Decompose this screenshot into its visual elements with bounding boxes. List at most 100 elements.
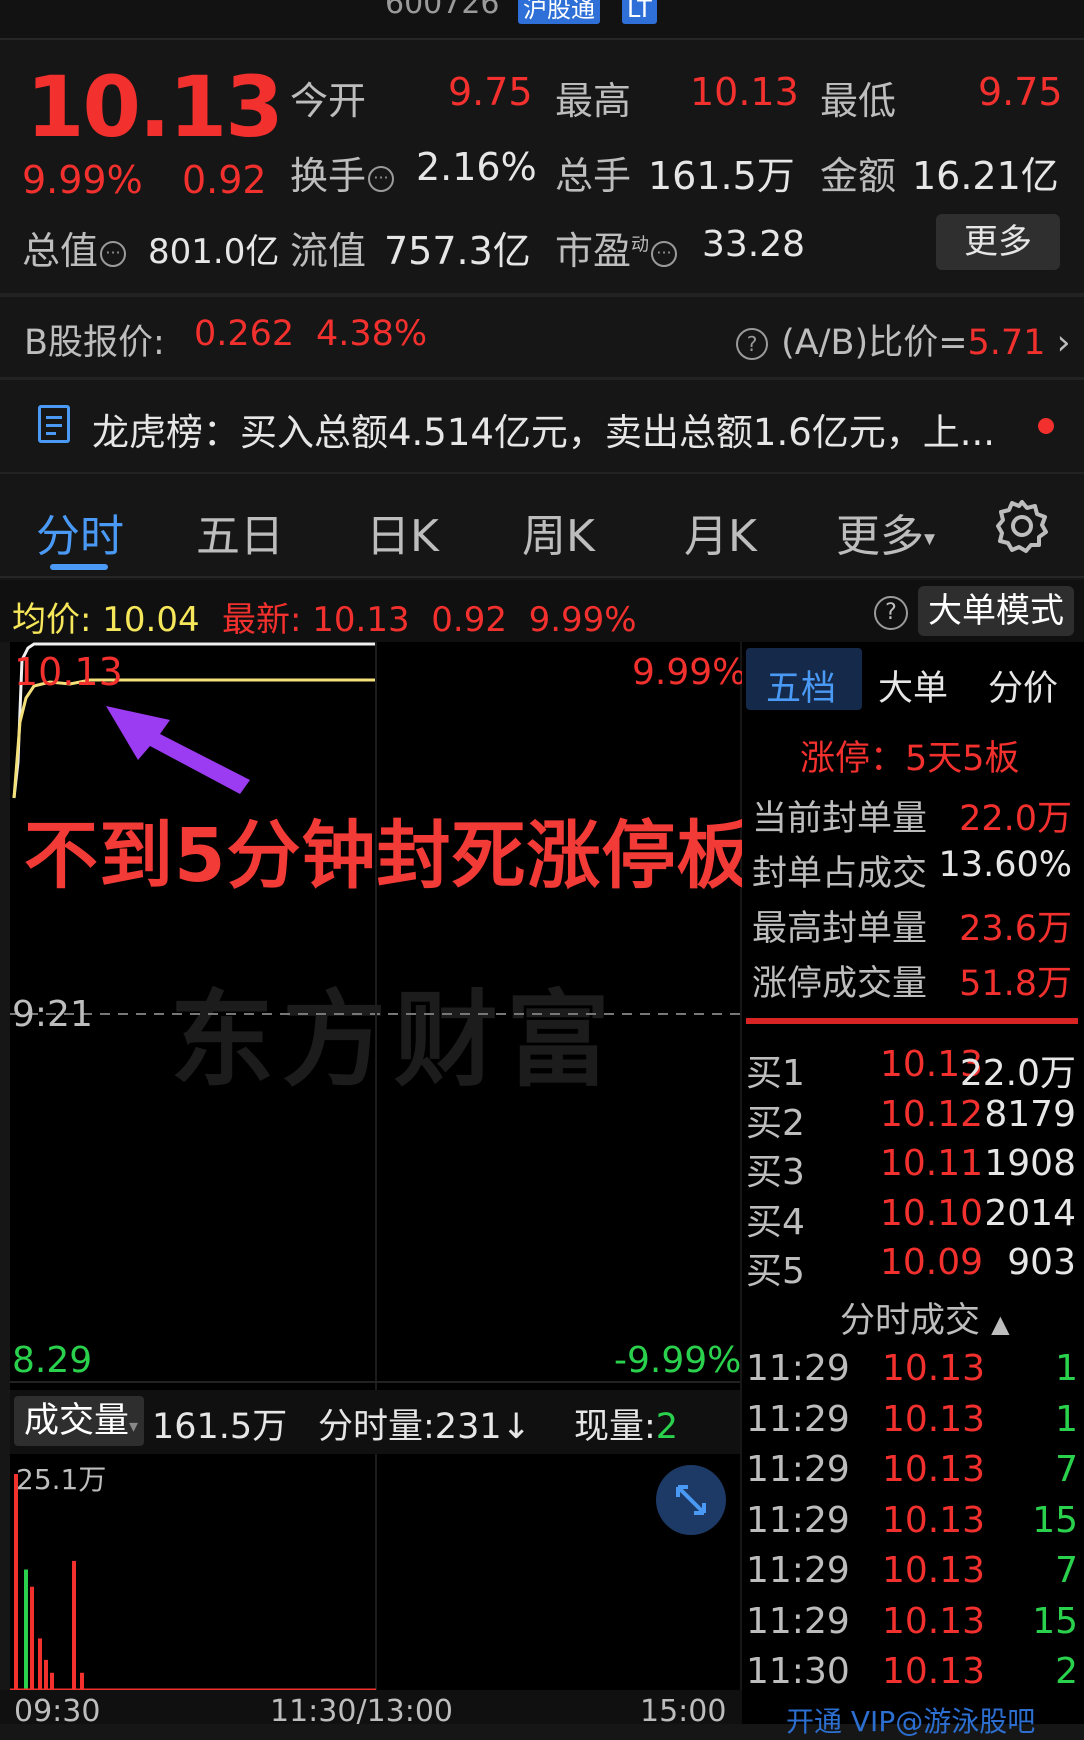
more-button[interactable]: 更多 bbox=[936, 214, 1060, 270]
tick-price: 10.13 bbox=[882, 1651, 986, 1692]
stat-label: 当前封单量 bbox=[752, 799, 928, 839]
volume-bar bbox=[72, 1560, 76, 1690]
open-label: 今开 bbox=[290, 79, 367, 123]
chart-bottom-pct: -9.99% bbox=[614, 1340, 742, 1381]
volume-total: 161.5万 bbox=[152, 1407, 288, 1447]
help-icon[interactable]: ? bbox=[874, 596, 908, 630]
tab-intraday[interactable]: 分时 bbox=[36, 500, 124, 564]
b-share-label: B股报价: bbox=[24, 323, 165, 363]
bid-volume: 8179 bbox=[984, 1093, 1076, 1135]
bid-row[interactable]: 买4 10.10 2014 bbox=[742, 1192, 1084, 1243]
stat-label: 封单占成交 bbox=[752, 854, 928, 894]
stat-label: 涨停成交量 bbox=[752, 964, 928, 1004]
help-icon[interactable]: ? bbox=[736, 328, 768, 360]
avg-price: 均价: 10.04 bbox=[12, 600, 200, 640]
turnover-value: 2.16% bbox=[416, 145, 537, 189]
divider-bar bbox=[746, 1018, 1078, 1024]
tick-price: 10.13 bbox=[882, 1600, 986, 1642]
tab-weekly-k[interactable]: 周K bbox=[522, 500, 595, 564]
tick-row: 11:29 10.13 1 bbox=[742, 1399, 1084, 1447]
arrow-annotation bbox=[106, 706, 250, 794]
tick-price: 10.13 bbox=[882, 1398, 986, 1440]
bid-price: 10.09 bbox=[880, 1242, 984, 1283]
chart-top-price: 10.13 bbox=[14, 650, 123, 694]
info-icon[interactable]: ··· bbox=[100, 240, 127, 267]
tab-monthly-k[interactable]: 月K bbox=[684, 500, 757, 564]
bid-row[interactable]: 买1 10.13 22.0万 bbox=[742, 1044, 1084, 1094]
amount-value: 16.21亿 bbox=[912, 154, 1059, 198]
info-icon[interactable]: ··· bbox=[651, 240, 678, 267]
tick-price: 10.13 bbox=[882, 1550, 986, 1591]
amount-label: 金额 bbox=[820, 154, 897, 198]
tick-row: 11:30 10.13 2 bbox=[742, 1651, 1084, 1699]
tick-time: 11:29 bbox=[746, 1600, 850, 1642]
chart-bottom-price: 8.29 bbox=[12, 1340, 93, 1381]
turnover-label: 换手 ··· bbox=[290, 145, 396, 200]
bid-row[interactable]: 买3 10.11 1908 bbox=[742, 1143, 1084, 1193]
tab-five-day[interactable]: 五日 bbox=[196, 500, 284, 564]
tick-row: 11:29 10.13 15 bbox=[742, 1500, 1084, 1548]
tick-row: 11:29 10.13 7 bbox=[742, 1550, 1084, 1598]
avg-price-line bbox=[12, 678, 375, 799]
tab-more[interactable]: 更多▾ bbox=[836, 500, 935, 564]
tick-row: 11:29 10.13 7 bbox=[742, 1449, 1084, 1497]
chart-top-pct: 9.99% bbox=[632, 652, 747, 693]
tick-price: 10.13 bbox=[882, 1449, 986, 1490]
b-share-pct: 4.38% bbox=[316, 314, 428, 354]
float-value: 757.3亿 bbox=[384, 229, 531, 273]
tick-volume: 2 bbox=[1055, 1651, 1078, 1692]
b-share-price: 0.262 bbox=[194, 314, 295, 354]
stat-value: 13.60% bbox=[938, 845, 1072, 885]
stat-value: 51.8万 bbox=[959, 964, 1072, 1004]
tick-volume: 7 bbox=[1055, 1550, 1078, 1591]
caret-down-icon: ▾ bbox=[924, 526, 936, 552]
stat-label: 最高封单量 bbox=[752, 909, 928, 949]
tab-daily-k[interactable]: 日K bbox=[366, 500, 439, 564]
tab-underline bbox=[50, 564, 108, 570]
bid-label: 买1 bbox=[746, 1053, 805, 1094]
tab-price-distribution[interactable]: 分价 bbox=[988, 660, 1058, 711]
change-value: 0.92 bbox=[182, 158, 267, 202]
bid-price: 10.10 bbox=[880, 1192, 984, 1234]
tick-volume: 1 bbox=[1055, 1398, 1078, 1440]
tick-time: 11:29 bbox=[746, 1499, 850, 1541]
big-order-mode-button[interactable]: 大单模式 bbox=[918, 586, 1074, 636]
tab-big-orders[interactable]: 大单 bbox=[878, 660, 948, 711]
bid-volume: 1908 bbox=[984, 1143, 1076, 1184]
change-pct: 9.99% bbox=[22, 158, 143, 202]
vip-footer[interactable]: 开通 VIP@游泳股吧 bbox=[786, 1700, 1035, 1740]
volume-bar bbox=[38, 1638, 42, 1690]
tick-price: 10.13 bbox=[882, 1348, 986, 1389]
tick-volume: 15 bbox=[1032, 1600, 1078, 1642]
document-icon bbox=[38, 405, 70, 443]
info-icon[interactable]: ··· bbox=[368, 165, 395, 192]
bid-row[interactable]: 买5 10.09 903 bbox=[742, 1242, 1084, 1292]
tab-five-levels[interactable]: 五档 bbox=[766, 660, 836, 711]
ticks-title: 分时成交 ▲ bbox=[840, 1301, 1010, 1341]
volume-bar bbox=[14, 1474, 18, 1690]
top-bar: 600726 沪股通 LT bbox=[0, 0, 1084, 40]
tick-time: 11:30 bbox=[746, 1651, 850, 1692]
fs-volume: 分时量:231↓ bbox=[318, 1407, 531, 1447]
lt-badge: LT bbox=[622, 0, 657, 24]
expand-icon[interactable] bbox=[656, 1465, 726, 1535]
volume-selector[interactable]: 成交量▾ bbox=[14, 1396, 144, 1446]
pe-value: 33.28 bbox=[702, 224, 806, 265]
ab-ratio[interactable]: ? (A/B)比价=5.71 › bbox=[734, 314, 1071, 365]
volume-bar bbox=[50, 1672, 54, 1690]
now-volume: 现量:2 bbox=[574, 1407, 679, 1447]
volume-bar bbox=[24, 1569, 28, 1690]
settings-gear-icon[interactable] bbox=[994, 498, 1050, 554]
tick-volume: 1 bbox=[1055, 1348, 1078, 1389]
hk-connect-badge: 沪股通 bbox=[518, 0, 600, 24]
current-price: 10.13 bbox=[26, 58, 284, 156]
dragon-tiger-text: 龙虎榜：买入总额4.514亿元，卖出总额1.6亿元，上... bbox=[92, 411, 996, 454]
bid-row[interactable]: 买2 10.12 8179 bbox=[742, 1093, 1084, 1144]
tick-row: 11:29 10.13 1 bbox=[742, 1348, 1084, 1396]
open-value: 9.75 bbox=[448, 70, 533, 114]
tick-time: 11:29 bbox=[746, 1449, 850, 1490]
bid-label: 买3 bbox=[746, 1152, 805, 1193]
pe-label: 市盈动 ··· bbox=[555, 220, 679, 275]
volume-value: 161.5万 bbox=[648, 154, 795, 198]
latest-price: 最新: 10.13 0.92 9.99% bbox=[222, 600, 637, 640]
